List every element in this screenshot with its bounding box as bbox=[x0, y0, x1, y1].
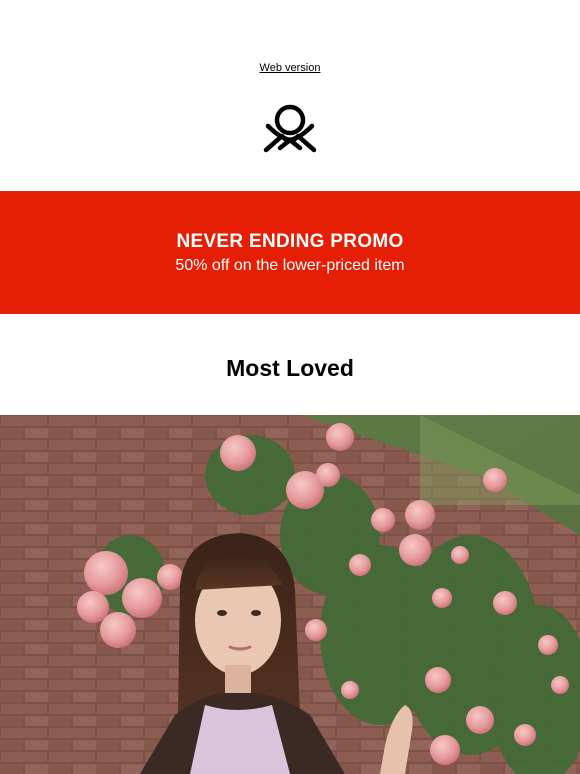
section-title: Most Loved bbox=[226, 355, 354, 381]
brand-logo-icon[interactable] bbox=[262, 102, 318, 154]
hero-photo-illustration bbox=[0, 415, 580, 774]
promo-title: NEVER ENDING PROMO bbox=[176, 231, 404, 252]
hero-image[interactable] bbox=[0, 415, 580, 774]
promo-banner[interactable]: NEVER ENDING PROMO 50% off on the lower-… bbox=[0, 191, 580, 314]
web-version-link[interactable]: Web version bbox=[260, 62, 321, 74]
web-version-row: Web version bbox=[0, 62, 580, 74]
promo-subtitle: 50% off on the lower-priced item bbox=[175, 257, 405, 274]
email-page: Web version NEVER ENDING PROMO 50% off o… bbox=[0, 0, 580, 774]
